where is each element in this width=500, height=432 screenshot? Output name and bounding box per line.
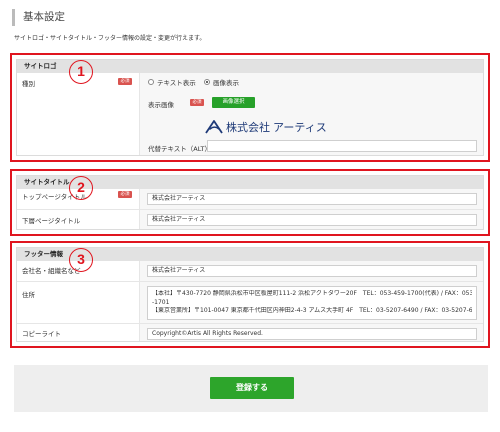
artis-logo-mark-icon — [205, 119, 223, 133]
select-image-button[interactable]: 画像選択 — [212, 97, 255, 108]
page-title: 基本設定 — [12, 9, 65, 26]
company-value: 株式会社アーティス — [139, 261, 483, 281]
copyright-value: Copyright©Artis All Rights Reserved. — [139, 324, 483, 341]
logo-alt-value: 代替テキスト（ALT） — [139, 134, 483, 155]
page-description: サイトロゴ・サイトタイトル・フッター情報の設定・変更が行えます。 — [14, 35, 206, 42]
logo-company-text: 株式会社 アーティス — [226, 121, 327, 134]
alt-text-input[interactable] — [207, 140, 477, 152]
logo-preview: 株式会社 アーティス — [205, 119, 327, 134]
address-row: 住所 【本社】〒430-7720 静岡県浜松市中区板屋町111-2 浜松アクトタ… — [17, 281, 483, 323]
address-line-3: 【東京営業所】〒101-0047 東京都千代田区内神田2-4-3 アムス大手町 … — [152, 307, 472, 314]
radio-image-label: 画像表示 — [213, 79, 239, 87]
address-line-2: -1701 — [152, 298, 170, 306]
required-badge: 必須 — [118, 78, 132, 85]
radio-text-display[interactable]: テキスト表示 — [148, 77, 196, 87]
address-value: 【本社】〒430-7720 静岡県浜松市中区板屋町111-2 浜松アクトタワー2… — [139, 282, 483, 323]
sub-title-value: 株式会社アーティス — [139, 210, 483, 229]
annotation-badge-1: 1 — [69, 60, 93, 84]
copyright-row: コピーライト Copyright©Artis All Rights Reserv… — [17, 323, 483, 341]
radio-circle[interactable] — [148, 79, 154, 85]
radio-circle-selected[interactable] — [204, 79, 210, 85]
submit-bar: 登録する — [14, 365, 488, 412]
alt-text-label: 代替テキスト（ALT） — [148, 145, 211, 153]
sub-title-input[interactable]: 株式会社アーティス — [147, 214, 477, 226]
annotation-badge-2: 2 — [69, 176, 93, 200]
annotation-badge-3: 3 — [69, 248, 93, 272]
sub-title-row: 下層ページタイトル 株式会社アーティス — [17, 209, 483, 229]
logo-alt-row: 代替テキスト（ALT） — [17, 134, 483, 155]
address-line-1: 【本社】〒430-7720 静岡県浜松市中区板屋町111-2 浜松アクトタワー2… — [152, 290, 472, 297]
logo-image-label: 表示画像 — [148, 101, 174, 109]
submit-button[interactable]: 登録する — [210, 377, 294, 399]
top-title-value: 株式会社アーティス — [139, 189, 483, 209]
copyright-label: コピーライト — [22, 330, 61, 338]
address-label: 住所 — [22, 291, 35, 299]
radio-image-display[interactable]: 画像表示 — [204, 77, 239, 87]
required-badge: 必須 — [118, 191, 132, 198]
sub-title-label: 下層ページタイトル — [22, 217, 81, 225]
logo-type-value: テキスト表示 画像表示 — [139, 73, 483, 91]
company-input[interactable]: 株式会社アーティス — [147, 265, 477, 277]
required-badge: 必須 — [190, 99, 204, 106]
copyright-input[interactable]: Copyright©Artis All Rights Reserved. — [147, 328, 477, 340]
address-textarea[interactable]: 【本社】〒430-7720 静岡県浜松市中区板屋町111-2 浜松アクトタワー2… — [147, 286, 477, 320]
top-title-input[interactable]: 株式会社アーティス — [147, 193, 477, 205]
radio-text-label: テキスト表示 — [157, 79, 196, 87]
